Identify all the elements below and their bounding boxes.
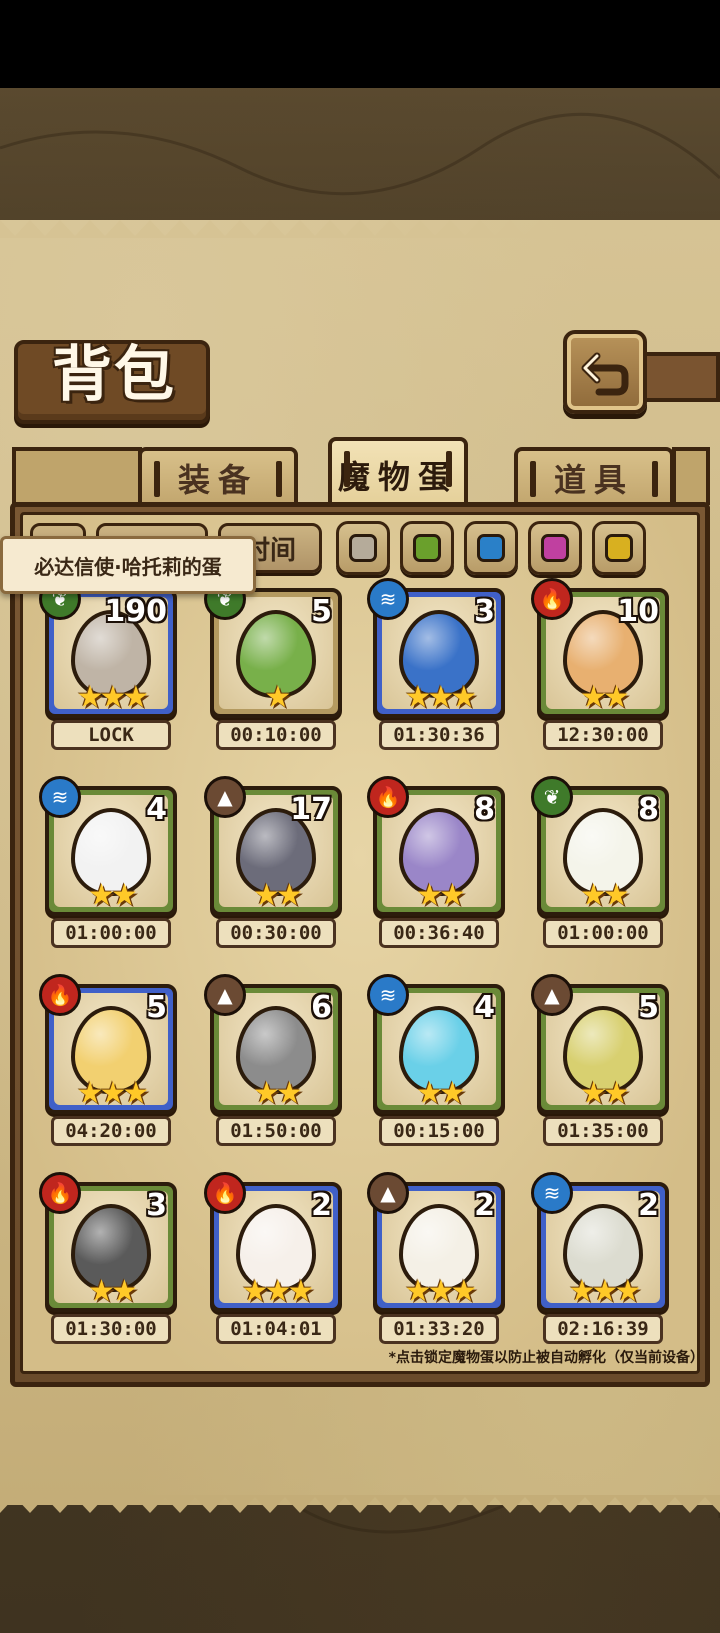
hatch-timer: 01:00:00 <box>51 918 171 948</box>
water-icon: ≋ <box>367 974 409 1016</box>
star-rating: ★★ <box>416 1076 466 1111</box>
star-rating: ★★ <box>580 878 630 913</box>
star-rating: ★★ <box>580 1076 630 1111</box>
hatch-timer: 12:30:00 <box>543 720 663 750</box>
hatch-timer: 01:30:36 <box>379 720 499 750</box>
egg-count: 4 <box>474 990 495 1025</box>
star-rating: ★★ <box>580 680 630 715</box>
hatch-timer: 01:00:00 <box>543 918 663 948</box>
tab-items[interactable]: 道具 <box>514 447 674 505</box>
water-icon: ≋ <box>39 776 81 818</box>
hatch-timer: 00:15:00 <box>379 1116 499 1146</box>
egg-count: 5 <box>638 990 659 1025</box>
star-rating: ★★★ <box>404 680 478 715</box>
hatch-timer: 01:35:00 <box>543 1116 663 1146</box>
fire-icon: 🔥 <box>531 578 573 620</box>
gray-swatch <box>349 534 377 562</box>
egg-count: 5 <box>146 990 167 1025</box>
gold-swatch <box>605 534 633 562</box>
hatch-timer: LOCK <box>51 720 171 750</box>
egg-count: 5 <box>311 594 332 629</box>
egg-count: 4 <box>146 792 167 827</box>
hatch-timer: 02:16:39 <box>543 1314 663 1344</box>
back-arrow-icon <box>581 352 629 396</box>
egg-count: 17 <box>290 792 332 827</box>
star-rating: ★★★ <box>241 1274 315 1309</box>
egg-count: 6 <box>311 990 332 1025</box>
filter-green-button[interactable] <box>400 521 454 575</box>
mountain-icon: ▲ <box>204 776 246 818</box>
fire-icon: 🔥 <box>204 1172 246 1214</box>
blue-swatch <box>477 534 505 562</box>
star-rating: ★★ <box>253 878 303 913</box>
egg-count: 8 <box>638 792 659 827</box>
filter-purple-button[interactable] <box>528 521 582 575</box>
egg-count: 3 <box>146 1188 167 1223</box>
green-swatch <box>413 534 441 562</box>
hatch-timer: 00:30:00 <box>216 918 336 948</box>
fire-icon: 🔥 <box>39 974 81 1016</box>
egg-count: 2 <box>638 1188 659 1223</box>
water-icon: ≋ <box>531 1172 573 1214</box>
egg-count: 10 <box>617 594 659 629</box>
hatch-timer: 01:30:00 <box>51 1314 171 1344</box>
star-rating: ★★ <box>253 1076 303 1111</box>
paper-top-edge <box>0 220 720 238</box>
filter-blue-button[interactable] <box>464 521 518 575</box>
star-rating: ★ <box>264 680 292 715</box>
star-rating: ★★ <box>88 878 138 913</box>
egg-count: 2 <box>311 1188 332 1223</box>
purple-swatch <box>541 534 569 562</box>
leaf-icon: ❦ <box>531 776 573 818</box>
mountain-icon: ▲ <box>367 1172 409 1214</box>
page-title: 背包 <box>52 340 176 410</box>
tab-equipment[interactable]: 装备 <box>138 447 298 505</box>
egg-tooltip: 必达信使·哈托莉的蛋 <box>0 536 256 594</box>
paper-bottom-edge <box>0 1495 720 1513</box>
fire-icon: 🔥 <box>39 1172 81 1214</box>
filter-gold-button[interactable] <box>592 521 646 575</box>
star-rating: ★★★ <box>404 1274 478 1309</box>
egg-count: 2 <box>474 1188 495 1223</box>
lock-footnote: *点击锁定魔物蛋以防止被自动孵化（仅当前设备） <box>388 1350 704 1366</box>
tab-monster-egg[interactable]: 魔物蛋 <box>328 437 468 509</box>
water-icon: ≋ <box>367 578 409 620</box>
filter-gray-button[interactable] <box>336 521 390 575</box>
hatch-timer: 04:20:00 <box>51 1116 171 1146</box>
back-button-tail <box>642 352 720 402</box>
back-button[interactable] <box>563 330 647 414</box>
star-rating: ★★ <box>416 878 466 913</box>
status-bar-area <box>0 0 720 88</box>
star-rating: ★★★ <box>76 1076 150 1111</box>
tab-right-stub <box>672 447 710 505</box>
mountain-icon: ▲ <box>204 974 246 1016</box>
hatch-timer: 00:36:40 <box>379 918 499 948</box>
star-rating: ★★★ <box>76 680 150 715</box>
hatch-timer: 01:50:00 <box>216 1116 336 1146</box>
star-rating: ★★ <box>88 1274 138 1309</box>
hatch-timer: 00:10:00 <box>216 720 336 750</box>
egg-count: 8 <box>474 792 495 827</box>
fire-icon: 🔥 <box>367 776 409 818</box>
hatch-timer: 01:33:20 <box>379 1314 499 1344</box>
tab-left-stub <box>12 447 142 505</box>
star-rating: ★★★ <box>568 1274 642 1309</box>
hatch-timer: 01:04:01 <box>216 1314 336 1344</box>
mountain-icon: ▲ <box>531 974 573 1016</box>
egg-count: 3 <box>474 594 495 629</box>
egg-count: 190 <box>104 594 167 629</box>
